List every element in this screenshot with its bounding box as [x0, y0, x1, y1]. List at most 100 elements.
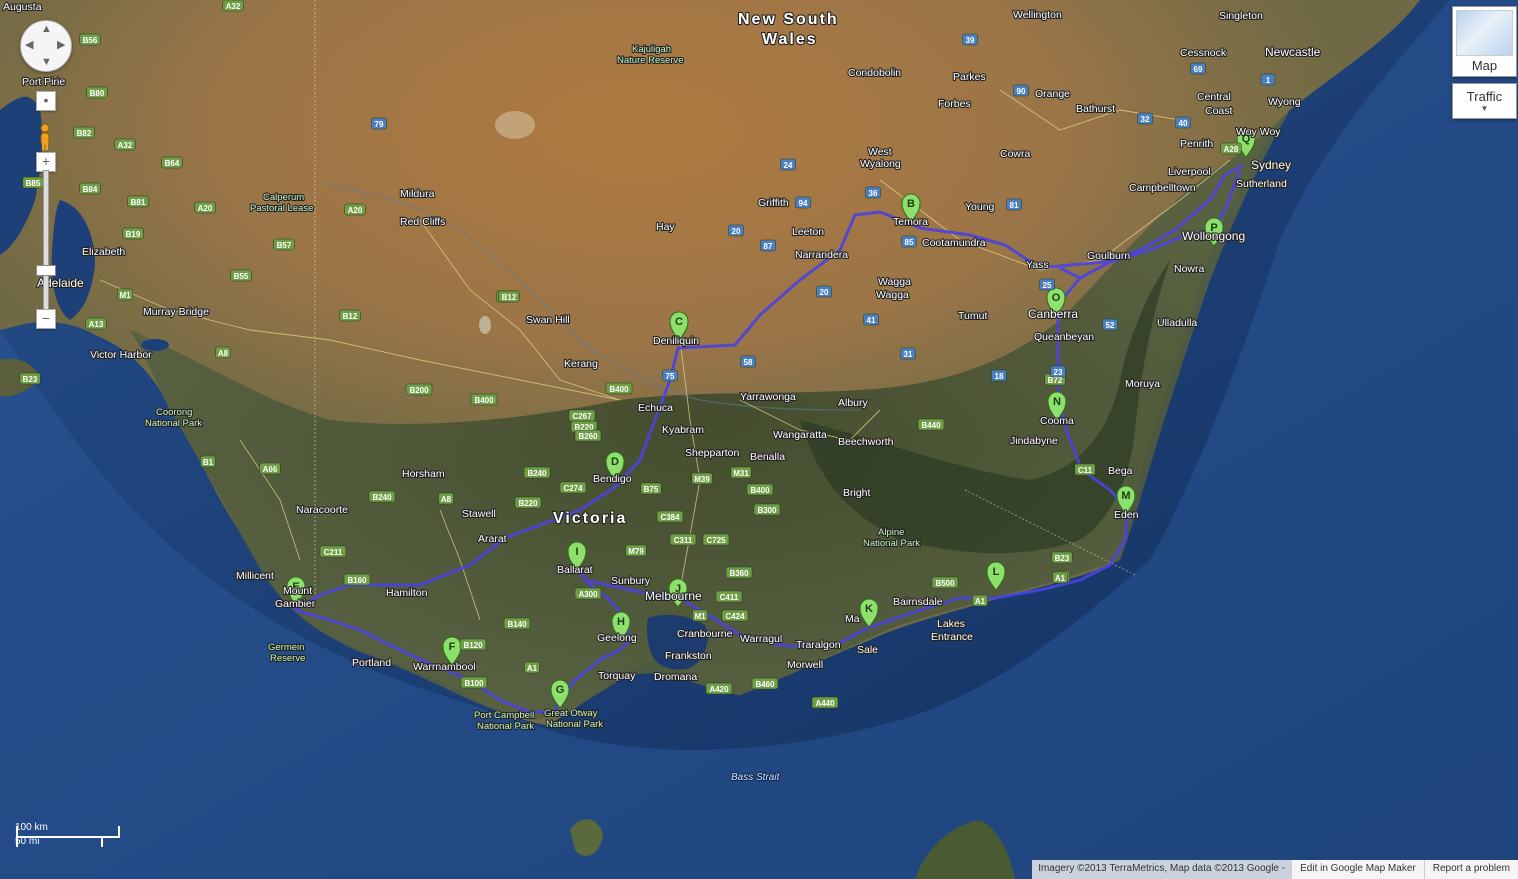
report-problem-link[interactable]: Report a problem [1423, 860, 1518, 879]
place-label-cootamundra: Cootamundra [922, 237, 986, 249]
highway-shield: A66 [259, 462, 281, 475]
highway-shield: B57 [273, 238, 295, 251]
rotate-icon[interactable]: • [36, 91, 56, 111]
highway-shield-label: B84 [83, 185, 98, 194]
map-type-button[interactable]: Map [1452, 6, 1517, 77]
zoom-in-button[interactable]: + [36, 152, 56, 172]
place-label-kyabram: Kyabram [662, 424, 704, 436]
highway-shield-label: A420 [709, 685, 729, 694]
highway-shield-label: C725 [706, 536, 726, 545]
edit-in-map-maker-link[interactable]: Edit in Google Map Maker [1291, 860, 1424, 879]
highway-shield-label: B82 [77, 129, 92, 138]
park-label-kajuligah1: Kajuligah [632, 44, 671, 55]
highway-shield: 75 [662, 369, 678, 382]
highway-shield-label: 36 [869, 189, 878, 198]
highway-shield: 1 [1260, 73, 1276, 86]
place-label-orange: Orange [1035, 88, 1070, 100]
pan-up-icon[interactable]: ▲ [41, 24, 52, 35]
highway-shield-label: B75 [644, 485, 659, 494]
highway-shield: A32 [222, 0, 244, 12]
place-label-newcastle: Newcastle [1265, 45, 1321, 59]
place-label-jindabyne: Jindabyne [1010, 435, 1058, 447]
place-label-ballarat: Ballarat [557, 564, 593, 576]
place-label-millicent: Millicent [236, 570, 274, 582]
place-label-west-wyalong2: Wyalong [860, 158, 901, 170]
highway-shield-label: 69 [1194, 65, 1203, 74]
route-marker-letter: K [865, 603, 873, 615]
highway-shield: C211 [319, 545, 347, 558]
place-label-bendigo: Bendigo [593, 473, 632, 485]
place-label-mount-gambier2: Gambier [275, 598, 316, 610]
highway-shield-label: B64 [165, 159, 180, 168]
highway-shield-label: A32 [118, 141, 133, 150]
highway-shield: B82 [73, 126, 95, 139]
zoom-slider-knob[interactable] [36, 265, 56, 276]
highway-shield-label: B400 [474, 396, 494, 405]
highway-shield-label: B220 [518, 499, 538, 508]
pan-right-icon[interactable]: ▶ [57, 40, 65, 51]
highway-shield-label: B360 [729, 569, 749, 578]
place-label-sale: Sale [857, 644, 878, 656]
pegman-icon[interactable] [36, 123, 54, 151]
highway-shield: A8 [438, 492, 454, 505]
place-label-lakes-entrance2: Entrance [931, 631, 973, 643]
highway-shield-label: 40 [1179, 119, 1188, 128]
highway-shield: 20 [816, 285, 832, 298]
highway-shield: B23 [1051, 551, 1073, 564]
highway-shield-label: B260 [578, 432, 598, 441]
park-label-alpine2: National Park [863, 538, 920, 549]
place-label-melbourne: Melbourne [645, 589, 702, 603]
zoom-out-button[interactable]: − [36, 309, 56, 329]
highway-shield-label: A13 [89, 320, 104, 329]
scale-mi-label: 50 mi [15, 836, 40, 847]
place-label-temora: Temora [893, 216, 928, 228]
traffic-dropdown[interactable]: Traffic ▼ [1452, 83, 1517, 119]
place-label-ulladulla: Ulladulla [1157, 317, 1197, 329]
place-label-frankston: Frankston [665, 650, 712, 662]
highway-shield: B85 [22, 176, 44, 189]
park-label-otway1: Great Otway [544, 708, 598, 719]
highway-shield-label: C424 [725, 612, 745, 621]
pan-down-icon[interactable]: ▼ [41, 57, 52, 68]
place-label-sunbury: Sunbury [611, 575, 651, 587]
park-label-coorong2: National Park [145, 418, 202, 429]
pan-left-icon[interactable]: ◀ [25, 40, 33, 51]
highway-shield: B360 [725, 566, 753, 579]
satellite-map[interactable]: BCDEFGHIJKLMNOPQ New South Wales Victori… [0, 0, 1518, 879]
highway-shield: B400 [470, 393, 498, 406]
highway-shield-label: 25 [1043, 281, 1052, 290]
highway-shield-label: M1 [694, 612, 706, 621]
highway-shield: 41 [863, 313, 879, 326]
highway-shield: B220 [514, 496, 542, 509]
highway-shield: B240 [368, 490, 396, 503]
place-label-swan-hill: Swan Hill [526, 314, 570, 326]
highway-shield: 31 [900, 347, 916, 360]
pan-control[interactable]: ▲ ▼ ◀ ▶ [20, 20, 72, 72]
place-label-wellington: Wellington [1013, 9, 1062, 21]
place-label-victor-harbor: Victor Harbor [90, 349, 152, 361]
place-label-tumut: Tumut [958, 310, 987, 322]
place-label-sutherland: Sutherland [1236, 178, 1287, 190]
park-label-alpine1: Alpine [878, 527, 904, 538]
highway-shield-label: B240 [372, 493, 392, 502]
place-label-condobolin: Condobolin [848, 67, 901, 79]
place-label-campbelltown: Campbelltown [1129, 182, 1196, 194]
place-label-beechworth: Beechworth [838, 436, 894, 448]
place-label-cessnock: Cessnock [1180, 47, 1227, 59]
highway-shield: 32 [1137, 112, 1153, 125]
highway-shield: B260 [574, 429, 602, 442]
highway-shield-label: B57 [277, 241, 292, 250]
highway-shield-label: A32 [226, 2, 241, 11]
highway-shield-label: C11 [1078, 466, 1093, 475]
zoom-slider-track[interactable] [43, 170, 49, 312]
highway-shield: 94 [795, 196, 811, 209]
highway-shield-label: A28 [1224, 145, 1239, 154]
highway-shield: 87 [760, 239, 776, 252]
place-label-leeton: Leeton [792, 226, 824, 238]
highway-shield: B19 [122, 227, 144, 240]
highway-shield-label: B23 [1055, 554, 1070, 563]
place-label-wagga1: Wagga [878, 276, 911, 288]
highway-shield: B64 [161, 156, 183, 169]
highway-shield: A300 [574, 587, 602, 600]
highway-shield: 40 [1175, 116, 1191, 129]
